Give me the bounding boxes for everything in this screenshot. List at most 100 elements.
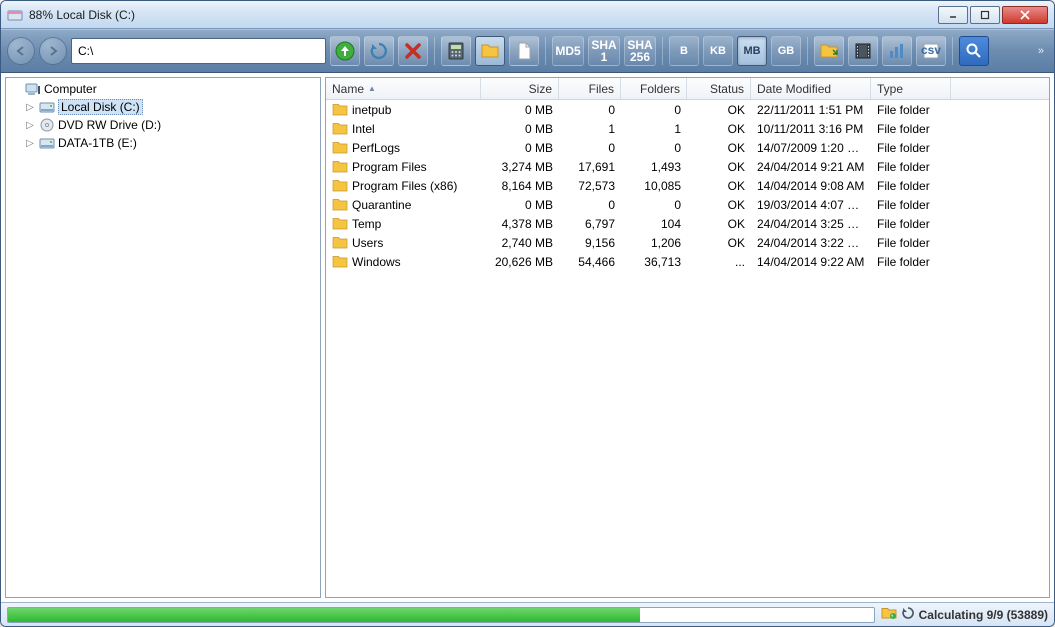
cell-type: File folder	[871, 103, 951, 117]
refresh-button[interactable]	[364, 36, 394, 66]
sort-asc-icon: ▲	[368, 84, 376, 93]
film-button[interactable]	[848, 36, 878, 66]
tree-item-label: Local Disk (C:)	[58, 99, 143, 115]
folder-tree[interactable]: Computer ▷ Local Disk (C:) ▷ DVD RW Drive (D…	[5, 77, 321, 598]
path-input[interactable]	[78, 44, 319, 58]
cell-folders: 104	[621, 217, 687, 231]
folder-view-button[interactable]	[475, 36, 505, 66]
tree-item[interactable]: ▷ DVD RW Drive (D:)	[6, 116, 320, 134]
hdd-icon	[39, 135, 55, 151]
table-row[interactable]: PerfLogs0 MB00OK14/07/2009 1:20 PMFile f…	[326, 138, 1049, 157]
progress-fill	[8, 608, 640, 622]
column-header[interactable]: Size	[481, 78, 559, 99]
unit-b-button[interactable]: B	[669, 36, 699, 66]
cell-files: 54,466	[559, 255, 621, 269]
cell-name: inetpub	[326, 103, 481, 117]
cell-name: PerfLogs	[326, 141, 481, 155]
tree-item[interactable]: ▷ Local Disk (C:)	[6, 98, 320, 116]
sha1-button[interactable]: SHA1	[588, 36, 620, 66]
expand-icon[interactable]: ▷	[24, 102, 36, 113]
dvd-icon	[39, 117, 55, 133]
unit-gb-button[interactable]: GB	[771, 36, 801, 66]
column-header[interactable]: Status	[687, 78, 751, 99]
expand-icon[interactable]: ▷	[24, 138, 36, 149]
csv-button[interactable]: csv	[916, 36, 946, 66]
status-text: Calculating 9/9 (53889)	[919, 608, 1048, 622]
nav-back-button[interactable]	[7, 37, 35, 65]
cell-date: 14/04/2014 9:08 AM	[751, 179, 871, 193]
toolbar: MD5 SHA1 SHA256 B KB MB GB csv »	[1, 29, 1054, 73]
cell-status: OK	[687, 141, 751, 155]
nav-forward-button[interactable]	[39, 37, 67, 65]
cell-status: ...	[687, 255, 751, 269]
table-row[interactable]: inetpub0 MB00OK22/11/2011 1:51 PMFile fo…	[326, 100, 1049, 119]
cell-status: OK	[687, 179, 751, 193]
column-header[interactable]: Name▲	[326, 78, 481, 99]
cell-status: OK	[687, 122, 751, 136]
cell-folders: 1,493	[621, 160, 687, 174]
open-folder-button[interactable]	[814, 36, 844, 66]
file-view-button[interactable]	[509, 36, 539, 66]
status-text-container: Calculating 9/9 (53889)	[881, 606, 1048, 623]
cell-folders: 1,206	[621, 236, 687, 250]
cell-size: 8,164 MB	[481, 179, 559, 193]
cell-files: 0	[559, 141, 621, 155]
cell-size: 2,740 MB	[481, 236, 559, 250]
unit-mb-button[interactable]: MB	[737, 36, 767, 66]
path-input-container	[71, 38, 326, 64]
cell-folders: 0	[621, 141, 687, 155]
table-row[interactable]: Quarantine0 MB00OK19/03/2014 4:07 PMFile…	[326, 195, 1049, 214]
close-button[interactable]	[1002, 6, 1048, 24]
table-row[interactable]: Windows20,626 MB54,46636,713...14/04/201…	[326, 252, 1049, 271]
delete-button[interactable]	[398, 36, 428, 66]
titlebar: 88% Local Disk (C:)	[1, 1, 1054, 29]
expand-icon[interactable]: ▷	[24, 120, 36, 131]
cell-type: File folder	[871, 141, 951, 155]
cell-size: 0 MB	[481, 198, 559, 212]
cell-name: Windows	[326, 255, 481, 269]
cell-folders: 10,085	[621, 179, 687, 193]
tree-root[interactable]: Computer	[6, 80, 320, 98]
hdd-icon	[39, 99, 55, 115]
svg-text:csv: csv	[921, 43, 941, 57]
maximize-button[interactable]	[970, 6, 1000, 24]
table-row[interactable]: Temp4,378 MB6,797104OK24/04/2014 3:25 PM…	[326, 214, 1049, 233]
toolbar-overflow-icon[interactable]: »	[1038, 45, 1048, 57]
cell-name: Temp	[326, 217, 481, 231]
chart-button[interactable]	[882, 36, 912, 66]
sha256-button[interactable]: SHA256	[624, 36, 656, 66]
cell-date: 14/07/2009 1:20 PM	[751, 141, 871, 155]
main-body: Computer ▷ Local Disk (C:) ▷ DVD RW Drive (D…	[1, 73, 1054, 602]
column-header[interactable]: Type	[871, 78, 951, 99]
tree-item[interactable]: ▷DATA-1TB (E:)	[6, 134, 320, 152]
search-button[interactable]	[959, 36, 989, 66]
cell-type: File folder	[871, 255, 951, 269]
minimize-button[interactable]	[938, 6, 968, 24]
unit-kb-button[interactable]: KB	[703, 36, 733, 66]
cell-folders: 0	[621, 103, 687, 117]
cell-name: Users	[326, 236, 481, 250]
column-header[interactable]: Folders	[621, 78, 687, 99]
column-header-spacer	[951, 78, 1049, 99]
progress-bar	[7, 607, 875, 623]
cell-size: 20,626 MB	[481, 255, 559, 269]
tree-item-label: DVD RW Drive (D:)	[58, 118, 161, 132]
md5-button[interactable]: MD5	[552, 36, 584, 66]
cell-files: 9,156	[559, 236, 621, 250]
table-row[interactable]: Intel0 MB11OK10/11/2011 3:16 PMFile fold…	[326, 119, 1049, 138]
column-header[interactable]: Files	[559, 78, 621, 99]
table-row[interactable]: Program Files (x86)8,164 MB72,57310,085O…	[326, 176, 1049, 195]
go-up-button[interactable]	[330, 36, 360, 66]
table-row[interactable]: Program Files3,274 MB17,6911,493OK24/04/…	[326, 157, 1049, 176]
cell-type: File folder	[871, 122, 951, 136]
list-body[interactable]: inetpub0 MB00OK22/11/2011 1:51 PMFile fo…	[326, 100, 1049, 597]
cell-size: 4,378 MB	[481, 217, 559, 231]
cell-name: Program Files	[326, 160, 481, 174]
column-header[interactable]: Date Modified	[751, 78, 871, 99]
calculator-button[interactable]	[441, 36, 471, 66]
table-row[interactable]: Users2,740 MB9,1561,206OK24/04/2014 3:22…	[326, 233, 1049, 252]
cell-folders: 0	[621, 198, 687, 212]
cell-type: File folder	[871, 217, 951, 231]
cell-type: File folder	[871, 236, 951, 250]
status-folder-icon	[881, 606, 897, 623]
